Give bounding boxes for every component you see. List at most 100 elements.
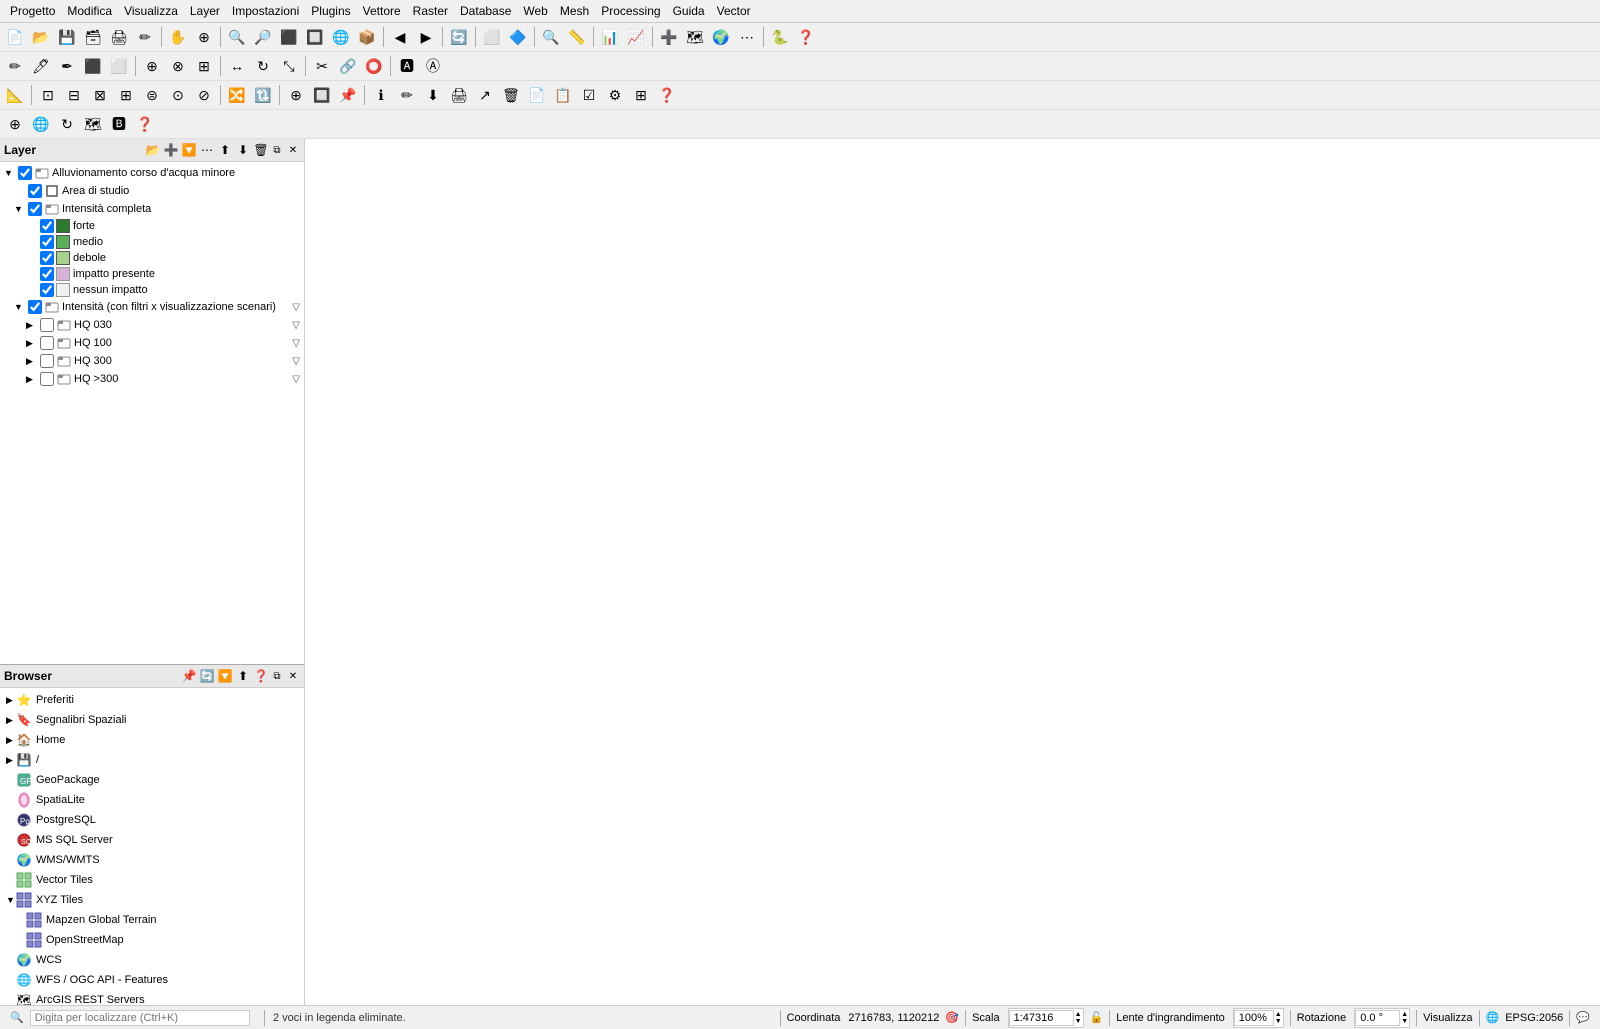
magnifier-input[interactable] [1234,1010,1274,1026]
gps-btn2[interactable]: 🌐 [29,112,53,136]
layer-open-btn[interactable]: 📂 [144,141,162,159]
measure-btn[interactable]: 📏 [565,25,589,49]
gps-btn1[interactable]: ⊕ [3,112,27,136]
grid-btn[interactable]: ⊞ [629,83,653,107]
dl-btn[interactable]: ⬇ [421,83,445,107]
touch-zoom-btn[interactable]: ⊕ [192,25,216,49]
tree-check-hq100[interactable] [40,336,54,350]
adv-btn2[interactable]: ⊡ [36,83,60,107]
browser-item-mssql[interactable]: SQL MS SQL Server [2,830,302,850]
snap-btn2[interactable]: ⊗ [166,54,190,78]
menu-raster[interactable]: Raster [407,2,454,20]
digitize-btn4[interactable]: ⬛ [81,54,105,78]
tree-item-hq100[interactable]: ▶ HQ 100 ▽ [2,334,302,352]
browser-arrow-xyz-tiles[interactable]: ▼ [6,895,16,905]
tree-check-hq300[interactable] [40,354,54,368]
zoom-in-btn[interactable]: 🔍 [225,25,249,49]
layer-down-btn[interactable]: ⬇ [234,141,252,159]
browser-item-home[interactable]: ▶ 🏠 Home [2,730,302,750]
pen-btn[interactable]: ✏ [395,83,419,107]
save-project-btn[interactable]: 💾 [55,25,79,49]
tiles-btn[interactable]: 🗺 [683,25,707,49]
wms-btn[interactable]: 🌍 [709,25,733,49]
adv-btn11[interactable]: ⊕ [284,83,308,107]
rotation-down-arrow[interactable]: ▼ [1400,1018,1409,1025]
merge-btn[interactable]: 🔗 [336,54,360,78]
tree-arrow-hq100[interactable]: ▶ [26,338,38,349]
tree-check-forte[interactable] [40,219,54,233]
stats-btn[interactable]: 📈 [624,25,648,49]
identify-btn[interactable]: 🔍 [539,25,563,49]
layer-remove-btn[interactable]: 🗑 [252,141,270,159]
lock-scale-icon[interactable]: 🔓 [1090,1011,1104,1024]
gps-btn3[interactable]: ↻ [55,112,79,136]
move-btn[interactable]: ↔ [225,54,249,78]
browser-item-osm[interactable]: OpenStreetMap [2,930,302,950]
gps-btn4[interactable]: 🗺 [81,112,105,136]
browser-item-vector-tiles[interactable]: Vector Tiles [2,870,302,890]
browser-item-mapzen[interactable]: Mapzen Global Terrain [2,910,302,930]
menu-visualizza[interactable]: Visualizza [118,2,184,20]
adv-btn1[interactable]: 📐 [3,83,27,107]
tree-check-root[interactable] [18,166,32,180]
undo-btn[interactable]: ✏ [133,25,157,49]
rotation-spinbox[interactable]: ▲ ▼ [1354,1008,1410,1028]
layer-add-btn[interactable]: ➕ [162,141,180,159]
digitize-btn5[interactable]: ⬜ [107,54,131,78]
snap-btn3[interactable]: ⊞ [192,54,216,78]
rotation-input[interactable] [1355,1010,1400,1026]
tree-check-hq030[interactable] [40,318,54,332]
digitize-btn1[interactable]: ✏ [3,54,27,78]
browser-help-btn[interactable]: ❓ [252,667,270,685]
zoom-next-btn[interactable]: ▶ [414,25,438,49]
menu-progetto[interactable]: Progetto [4,2,61,20]
browser-arrow-preferiti[interactable]: ▶ [6,695,16,706]
more-btn[interactable]: ⋯ [735,25,759,49]
scale-spinbox[interactable]: ▲ ▼ [1008,1008,1084,1028]
tree-arrow-hq-over300[interactable]: ▶ [26,374,38,385]
browser-arrow-root-slash[interactable]: ▶ [6,755,16,766]
tree-check-intensita-completa[interactable] [28,202,42,216]
menu-database[interactable]: Database [454,2,517,20]
refresh-btn[interactable]: 🔄 [447,25,471,49]
adv-btn3[interactable]: ⊟ [62,83,86,107]
menu-vector[interactable]: Vector [711,2,757,20]
buffer-btn[interactable]: ⭕ [362,54,386,78]
browser-panel-close-btn[interactable]: ✕ [286,669,300,683]
browser-item-wfs-ogc[interactable]: 🌐 WFS / OGC API - Features [2,970,302,990]
open-project-btn[interactable]: 📂 [29,25,53,49]
print2-btn[interactable]: 🖨 [447,83,471,107]
new-project-btn[interactable]: 📄 [3,25,27,49]
scale-input[interactable] [1009,1010,1074,1026]
layer-panel-close-btn[interactable]: ✕ [286,143,300,157]
menu-mesh[interactable]: Mesh [554,2,595,20]
browser-item-xyz-tiles[interactable]: ▼ XYZ Tiles [2,890,302,910]
label-btn1[interactable]: 🅰 [395,54,419,78]
attribute-table-btn[interactable]: 📊 [598,25,622,49]
check-btn[interactable]: ☑ [577,83,601,107]
browser-item-root-slash[interactable]: ▶ 💾 / [2,750,302,770]
browser-item-wms-wmts[interactable]: 🌍 WMS/WMTS [2,850,302,870]
tree-arrow-hq300[interactable]: ▶ [26,356,38,367]
digitize-btn3[interactable]: ✒ [55,54,79,78]
layer-panel-float-btn[interactable]: ⧉ [270,143,284,157]
select-rect-btn[interactable]: ⬜ [480,25,504,49]
menu-plugins[interactable]: Plugins [305,2,356,20]
locator-search-input[interactable] [30,1010,250,1026]
tree-item-nessun-impatto[interactable]: ▶ nessun impatto [2,282,302,298]
map-canvas[interactable] [305,139,1600,1005]
tree-check-medio[interactable] [40,235,54,249]
tree-item-impatto-presente[interactable]: ▶ impatto presente [2,266,302,282]
menu-web[interactable]: Web [517,2,553,20]
browser-filter-btn[interactable]: 🔽 [216,667,234,685]
pan-map-btn[interactable]: ✋ [166,25,190,49]
rotate-btn[interactable]: ↻ [251,54,275,78]
browser-refresh-btn[interactable]: 🔄 [198,667,216,685]
zoom-rubber-btn[interactable]: ⬛ [277,25,301,49]
magnifier-down-arrow[interactable]: ▼ [1274,1018,1283,1025]
tree-arrow-hq030[interactable]: ▶ [26,320,38,331]
browser-arrow-segnalibri[interactable]: ▶ [6,715,16,726]
adv-btn5[interactable]: ⊞ [114,83,138,107]
add-layers-btn[interactable]: ➕ [657,25,681,49]
adv-btn7[interactable]: ⊙ [166,83,190,107]
